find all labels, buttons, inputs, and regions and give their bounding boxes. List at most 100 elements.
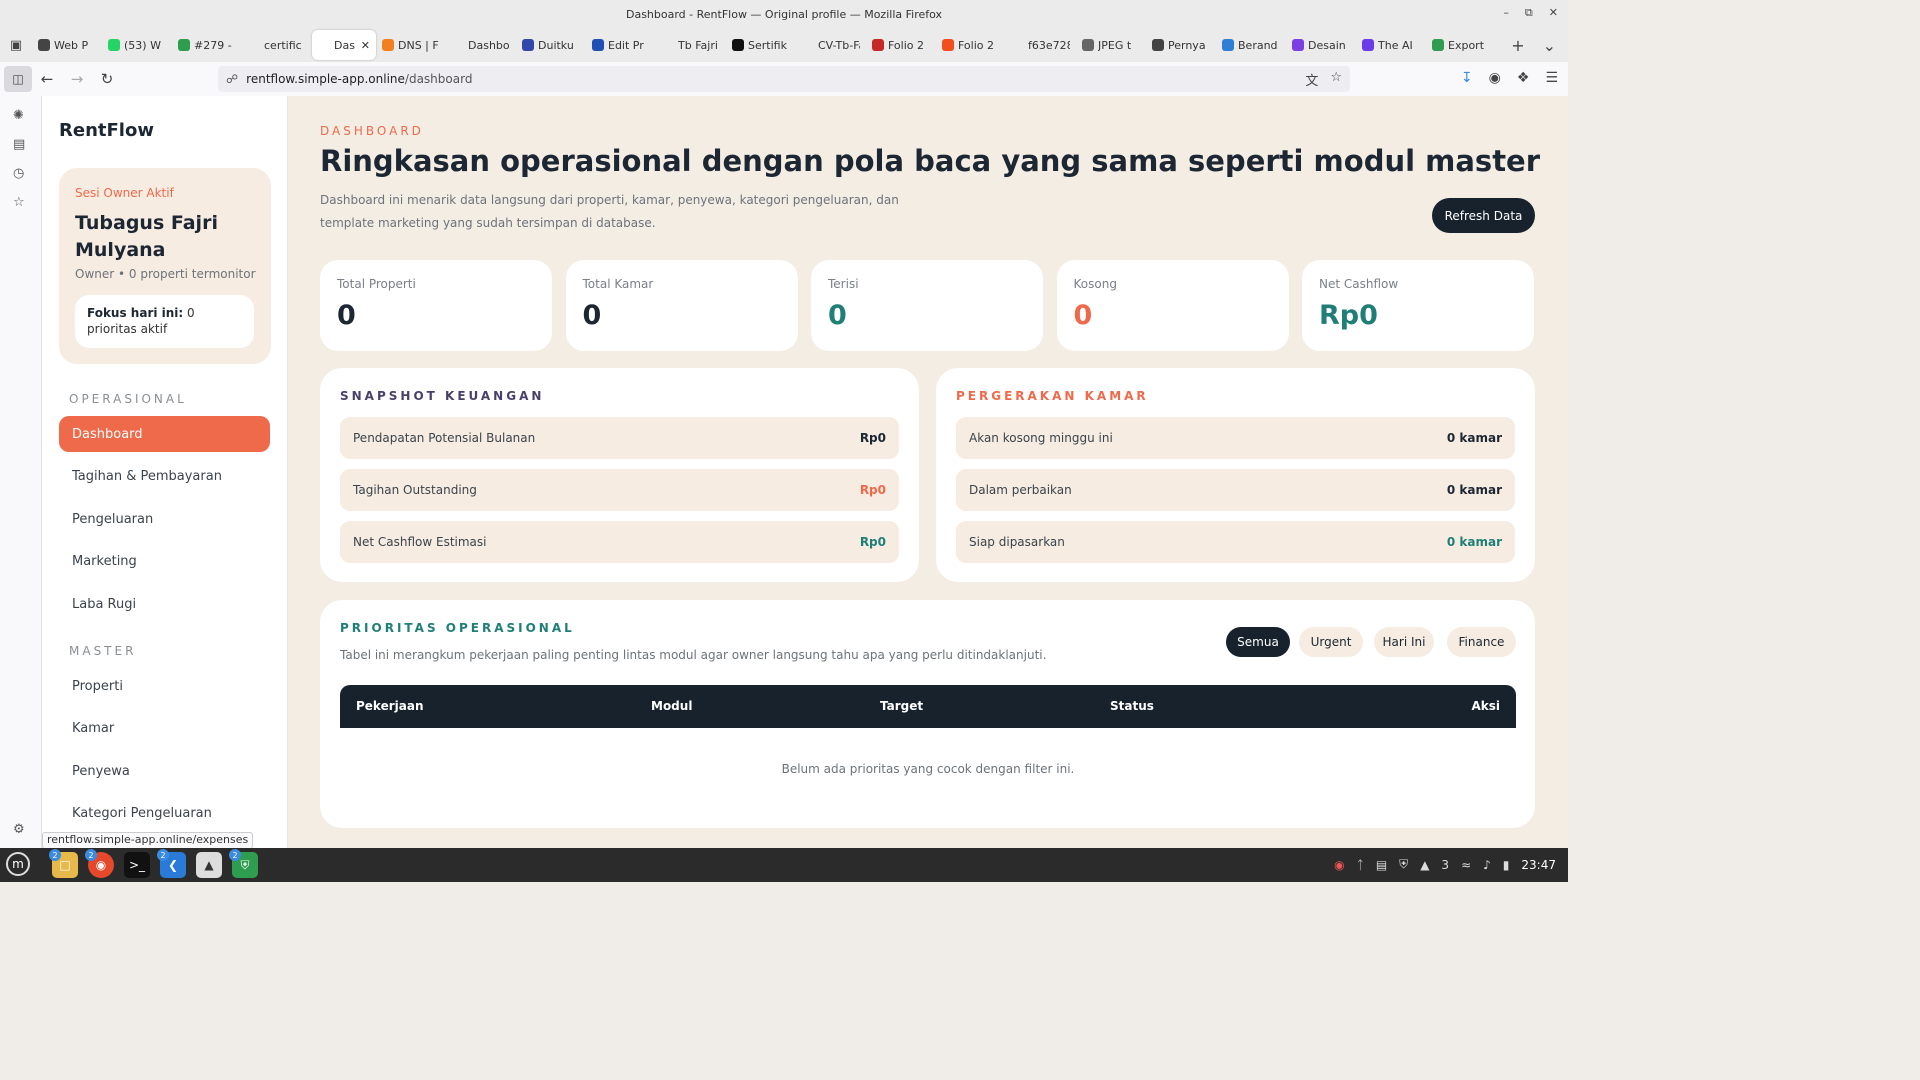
browser-tab[interactable]: Edit Pr [586, 30, 656, 60]
openai-icon [38, 39, 50, 51]
browser-tab[interactable]: Tb Fajri Mu [656, 30, 726, 60]
ai-icon [1362, 39, 1374, 51]
sidebar-item[interactable]: Laba Rugi [59, 586, 270, 622]
inkscape-icon[interactable]: ▲ [196, 852, 222, 878]
mint-menu-icon[interactable]: m [6, 852, 30, 876]
stat-card: Terisi 0 [811, 260, 1043, 351]
os-taskbar: m 2 □ 2 ◉ >_ 2 ❮ ▲ 2 ⛨ ◉ ᛏ ▤ ⛨ ▲ 3 ≈ ♪ ▮ 23:… [0, 848, 1568, 882]
list-all-tabs-icon[interactable]: ⌄ [1543, 36, 1556, 55]
synced-tabs-icon[interactable]: ▤ [13, 137, 25, 152]
duitku-icon [522, 39, 534, 51]
blank-icon [248, 39, 260, 51]
sidebar-item[interactable]: Marketing [59, 544, 270, 580]
cloudflare-icon [382, 39, 394, 51]
url-host: rentflow.simple-app.online [246, 72, 405, 86]
column-header: Modul [651, 699, 693, 713]
folio-icon [872, 39, 884, 51]
summary-row: Tagihan Outstanding Rp0 [340, 469, 899, 511]
browser-tab[interactable]: Dashboard [446, 30, 516, 60]
forward-icon[interactable]: → [62, 70, 92, 88]
filter-chip[interactable]: Finance [1447, 627, 1516, 657]
site-info-icon[interactable]: ☍ [226, 72, 238, 86]
stat-label: Kosong [1073, 277, 1117, 291]
link-status-url: rentflow.simple-app.online/expenses [42, 832, 254, 849]
firefox-icon[interactable]: 2 ◉ [85, 849, 114, 878]
back-icon[interactable]: ← [32, 70, 62, 88]
downloads-icon[interactable]: ↧ [1461, 70, 1473, 86]
browser-tab[interactable]: Web P [32, 30, 102, 60]
browser-tab[interactable]: #279 - [172, 30, 242, 60]
sidebar-toggle-icon[interactable]: ◫ [4, 66, 32, 92]
filter-chip[interactable]: Semua [1226, 627, 1290, 657]
volume-icon[interactable]: ♪ [1483, 858, 1491, 872]
terminal-icon[interactable]: >_ [124, 852, 150, 878]
sidebar-item[interactable]: Kategori Pengeluaran [59, 796, 270, 832]
browser-tab[interactable]: f63e7288- [1006, 30, 1076, 60]
browser-tab[interactable]: Export [1426, 30, 1496, 60]
browser-tab[interactable]: JPEG t [1076, 30, 1146, 60]
sidebar-item[interactable]: Kamar [59, 711, 270, 747]
sidebar-item[interactable]: Pengeluaran [59, 501, 270, 537]
sidebar-item[interactable]: Tagihan & Pembayaran [59, 459, 270, 495]
filter-chip[interactable]: Hari Ini [1374, 627, 1434, 657]
url-bar[interactable]: ☍ rentflow.simple-app.online/dashboard 文… [218, 66, 1350, 92]
canva-icon [1222, 39, 1234, 51]
column-header: Pekerjaan [356, 699, 424, 713]
vscode-icon[interactable]: 2 ❮ [157, 849, 186, 878]
vpn-shield-icon[interactable]: 2 ⛨ [229, 849, 258, 878]
wifi-icon[interactable]: ≈ [1461, 858, 1471, 872]
firefox-badge: 2 [85, 849, 97, 861]
shield-icon[interactable]: ⛨ [1399, 857, 1408, 872]
reload-icon[interactable]: ↻ [92, 70, 122, 88]
close-window-icon[interactable]: ✕ [1549, 6, 1558, 20]
browser-tab[interactable]: Duitku [516, 30, 586, 60]
filter-chip[interactable]: Urgent [1299, 627, 1363, 657]
tab-list: Web P (53) W #279 - certific Dashbo ✕ DNS | F D… [32, 30, 1496, 60]
restore-icon[interactable]: ⧉ [1525, 6, 1533, 20]
browser-tab[interactable]: The AI [1356, 30, 1426, 60]
browser-tab[interactable]: Dashbo ✕ [312, 30, 376, 60]
minimize-icon[interactable]: – [1503, 6, 1509, 20]
bookmarks-icon[interactable]: ☆ [13, 195, 25, 210]
browser-tab[interactable]: Desain [1286, 30, 1356, 60]
account-icon[interactable]: ◉ [1489, 70, 1501, 86]
close-tab-icon[interactable]: ✕ [361, 39, 370, 52]
browser-tab[interactable]: certific [242, 30, 312, 60]
browser-tab[interactable]: Folio 2 [936, 30, 1006, 60]
bookmark-star-icon[interactable]: ☆ [1330, 70, 1342, 89]
browser-tab[interactable]: Berand [1216, 30, 1286, 60]
menu-icon[interactable]: ☰ [1545, 70, 1558, 86]
stat-card: Total Properti 0 [320, 260, 552, 351]
browser-tab[interactable]: (53) W [102, 30, 172, 60]
history-icon[interactable]: ◷ [13, 166, 24, 181]
refresh-data-button[interactable]: Refresh Data [1432, 198, 1535, 233]
browser-tab[interactable]: Pernya [1146, 30, 1216, 60]
tab-overview-icon[interactable]: ▣ [0, 38, 32, 53]
whatsapp-icon [108, 39, 120, 51]
record-icon[interactable]: ◉ [1334, 858, 1344, 872]
network-icon[interactable]: ▲ [1420, 858, 1429, 872]
sidebar-item[interactable]: Properti [59, 668, 270, 704]
row-label: Akan kosong minggu ini [969, 431, 1113, 445]
browser-tab[interactable]: Folio 2 [866, 30, 936, 60]
ai-chatbot-icon[interactable]: ✺ [13, 108, 24, 123]
files-icon[interactable]: 2 □ [49, 849, 78, 878]
browser-tab[interactable]: CV-Tb-Fajri [796, 30, 866, 60]
settings-gear-icon[interactable]: ⚙ [13, 822, 25, 837]
sidebar-item[interactable]: Dashboard [59, 416, 270, 452]
money-icon [178, 39, 190, 51]
tab-title: certific [264, 38, 302, 52]
browser-tab[interactable]: Sertifik [726, 30, 796, 60]
bluetooth-icon[interactable]: ᛏ [1357, 858, 1364, 872]
new-tab-icon[interactable]: + [1511, 36, 1524, 55]
blank-icon [452, 39, 464, 51]
sidebar-item[interactable]: Penyewa [59, 753, 270, 789]
tray-count: 3 [1441, 857, 1450, 872]
battery-icon[interactable]: ▮ [1503, 858, 1510, 872]
extensions-icon[interactable]: ❖ [1517, 70, 1530, 86]
brand-logo[interactable]: RentFlow [59, 120, 154, 141]
browser-tab[interactable]: DNS | F [376, 30, 446, 60]
clock[interactable]: 23:47 [1521, 858, 1556, 872]
clipboard-icon[interactable]: ▤ [1376, 858, 1387, 872]
translate-icon[interactable]: 文 [1305, 70, 1318, 89]
